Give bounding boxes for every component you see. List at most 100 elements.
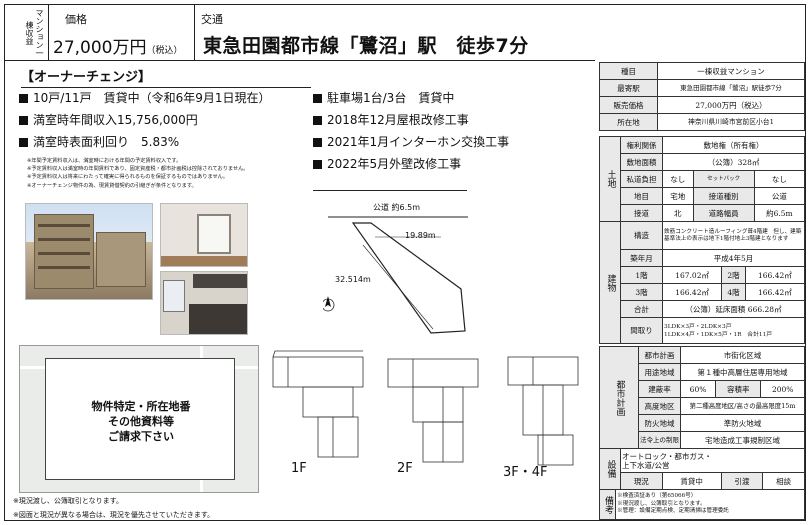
note: ※予定賃料収入は満室時の年間賃料であり、固定資産税・都市計画税は控除されておりま… bbox=[27, 166, 249, 173]
price-cell: 価格 27,000万円（税込） bbox=[49, 5, 195, 61]
spec-label: 最寄駅 bbox=[599, 79, 658, 97]
footer-note: ※図面と現況が異なる場合は、現況を優先させていただきます。 bbox=[13, 511, 215, 519]
remarks-value: ※検査済証あり（第65066号） ※現況渡し、公簿取引となります。 ※管理：設備定期… bbox=[615, 489, 805, 520]
spec-label: 私道負担 bbox=[620, 170, 663, 188]
price-tax: （税込） bbox=[146, 46, 183, 56]
land-section: 土地 bbox=[599, 136, 621, 222]
floor-label-3f4f: 3F・4F bbox=[503, 465, 548, 480]
spec-label: 敷地面積 bbox=[620, 153, 663, 171]
north-arrow-needle bbox=[325, 296, 331, 307]
site-plan bbox=[323, 216, 468, 334]
note: ※予定賃料収入は将来にわたって確実に得られるものを保証するものではありません。 bbox=[27, 174, 229, 181]
spec-label: 販売価格 bbox=[599, 96, 658, 114]
bullet-income: 満室時年間収入15,756,000円 bbox=[19, 111, 198, 128]
counter-shape bbox=[189, 304, 247, 334]
layout-line: 3LDK×3戸・2LDK×3戸 bbox=[664, 323, 732, 330]
floor-plan-2f bbox=[387, 358, 479, 463]
spec-label: 3階 bbox=[620, 283, 663, 301]
spec-value: 敷地権（所有権） bbox=[662, 136, 805, 154]
bullet-exterior: 2022年5月外壁改修工事 bbox=[313, 155, 461, 172]
building-section: 建物 bbox=[599, 221, 621, 344]
spec-label: 接道 bbox=[620, 204, 663, 222]
spec-label: 種目 bbox=[599, 62, 658, 80]
spec-label: 防火地域 bbox=[638, 414, 681, 432]
bullet-intercom: 2021年1月インターホン交換工事 bbox=[313, 133, 509, 150]
spec-label: セットバック bbox=[692, 170, 755, 188]
access-caption: 交通 bbox=[201, 13, 223, 26]
spec-label: 都市計画 bbox=[638, 346, 681, 364]
floor-shape bbox=[161, 256, 247, 266]
property-flyer: マンション一棟収益 価格 27,000万円（税込） 交通 東急田園都市線「鷺沼」… bbox=[4, 4, 806, 521]
spec-value: 約6.5m bbox=[753, 204, 806, 222]
spec-value: なし bbox=[662, 170, 694, 188]
spec-value: 200% bbox=[760, 380, 805, 398]
spec-label: 建蔽率 bbox=[638, 380, 681, 398]
spec-value: 3LDK×3戸・2LDK×3戸 1LDK×4戸・1DK×5戸・1R 合計11戸 bbox=[662, 317, 805, 344]
spec-label: 所在地 bbox=[599, 113, 658, 131]
spec-label: 2階 bbox=[721, 266, 746, 284]
spec-label: 容積率 bbox=[715, 380, 762, 398]
spec-value: 賃貸中 bbox=[661, 472, 722, 490]
spec-value: 167.02㎡ bbox=[661, 266, 723, 284]
notes: ※年間予定賃料収入は、満室時における年間の予定賃料収入です。 ※予定賃料収入は満… bbox=[27, 157, 317, 190]
location-map: 物件特定・所在地番 その他資料等 ご請求下さい bbox=[19, 345, 259, 493]
floor-label-1f: 1F bbox=[291, 461, 307, 476]
note: ※オーナーチェンジ物件の為、現賃貸借契約の引継ぎが条件となります。 bbox=[27, 182, 197, 189]
spec-value: 166.42㎡ bbox=[744, 266, 806, 284]
spec-value: 宅地 bbox=[662, 187, 694, 205]
property-spec-table: 種目 一棟収益マンション 最寄駅 東急田園都市線「鷺沼」駅徒歩7分 販売価格 27,0… bbox=[599, 62, 805, 131]
spec-value: 北 bbox=[662, 204, 694, 222]
spec-label: 道路幅員 bbox=[692, 204, 755, 222]
price-caption: 価格 bbox=[65, 13, 87, 26]
spec-value: 166.42㎡ bbox=[661, 283, 723, 301]
floor-plan-3f4f bbox=[507, 356, 579, 466]
building-table: 建物 構造 鉄筋コンクリート造ルーフィング葺4階建 但し、建築基準法上の表示は地下1… bbox=[599, 221, 806, 344]
spec-value: 一棟収益マンション bbox=[657, 62, 805, 80]
spec-value: 166.42㎡ bbox=[744, 283, 806, 301]
bullet-occupancy: 10戸/11戸 賃貸中（令和6年9月1日現在） bbox=[19, 89, 271, 106]
window-shape bbox=[197, 214, 231, 254]
city-plan-section: 都市計画 bbox=[599, 346, 639, 449]
price-value: 27,000万円 bbox=[53, 38, 147, 58]
spec-label: 合計 bbox=[620, 300, 663, 318]
spec-label: 高度地区 bbox=[638, 397, 681, 415]
map-message-line: 物件特定・所在地番 bbox=[91, 400, 191, 413]
map-message: 物件特定・所在地番 その他資料等 ご請求下さい bbox=[46, 399, 236, 444]
kitchen-photo bbox=[160, 271, 248, 335]
spec-label: 法令上の制限 bbox=[638, 431, 681, 449]
cabinet-shape bbox=[193, 274, 247, 288]
spec-value: 宅地造成工事規制区域 bbox=[680, 431, 805, 449]
spec-label: 1階 bbox=[620, 266, 663, 284]
spec-label: 現況 bbox=[620, 472, 663, 490]
building-shape bbox=[96, 232, 146, 287]
spec-label: 用途地域 bbox=[638, 363, 681, 381]
facility-line: 上下水道/公営 bbox=[622, 460, 670, 470]
remark-line: ※管理：設備定期点検、定期清掃は管理委託 bbox=[617, 508, 729, 515]
owner-change-title: 【オーナーチェンジ】 bbox=[21, 66, 311, 88]
divider bbox=[313, 190, 467, 191]
spec-label: 権利関係 bbox=[620, 136, 663, 154]
bullet-parking: 駐車場1台/3台 賃貸中 bbox=[313, 89, 454, 106]
spec-label: 引渡 bbox=[720, 472, 764, 490]
footer-note: ※現況渡し、公簿取引となります。 bbox=[13, 497, 123, 505]
spec-label: 築年月 bbox=[620, 249, 663, 267]
bullet-roof: 2018年12月屋根改修工事 bbox=[313, 111, 469, 128]
site-dim-width: 19.89m bbox=[405, 231, 436, 240]
remarks-section: 備考 bbox=[599, 489, 616, 520]
spec-label: 地目 bbox=[620, 187, 663, 205]
spec-label: 接道種別 bbox=[692, 187, 755, 205]
map-overlay-box: 物件特定・所在地番 その他資料等 ご請求下さい bbox=[45, 358, 235, 480]
facility-table: 設備 オートロック・都市ガス・ 上下水道/公営 現況 賃貸中 引渡 相談 bbox=[599, 448, 805, 490]
spec-value: 市街化区域 bbox=[680, 346, 805, 364]
interior-room-photo bbox=[160, 203, 248, 267]
spec-value: 第二種高度地区/高さの最高限度15m bbox=[680, 397, 805, 415]
facility-section: 設備 bbox=[599, 448, 621, 490]
spec-value: 神奈川県川崎市宮前区小台1 bbox=[657, 113, 805, 131]
spec-value: 準防火地域 bbox=[680, 414, 805, 432]
spec-value: 平成4年5月 bbox=[662, 249, 805, 267]
floor-label-2f: 2F bbox=[397, 461, 413, 476]
remark-line: ※検査済証あり（第65066号） bbox=[617, 493, 697, 500]
spec-value: 60% bbox=[679, 380, 717, 398]
spec-label: 構造 bbox=[620, 221, 663, 250]
spec-value: 公道 bbox=[753, 187, 806, 205]
